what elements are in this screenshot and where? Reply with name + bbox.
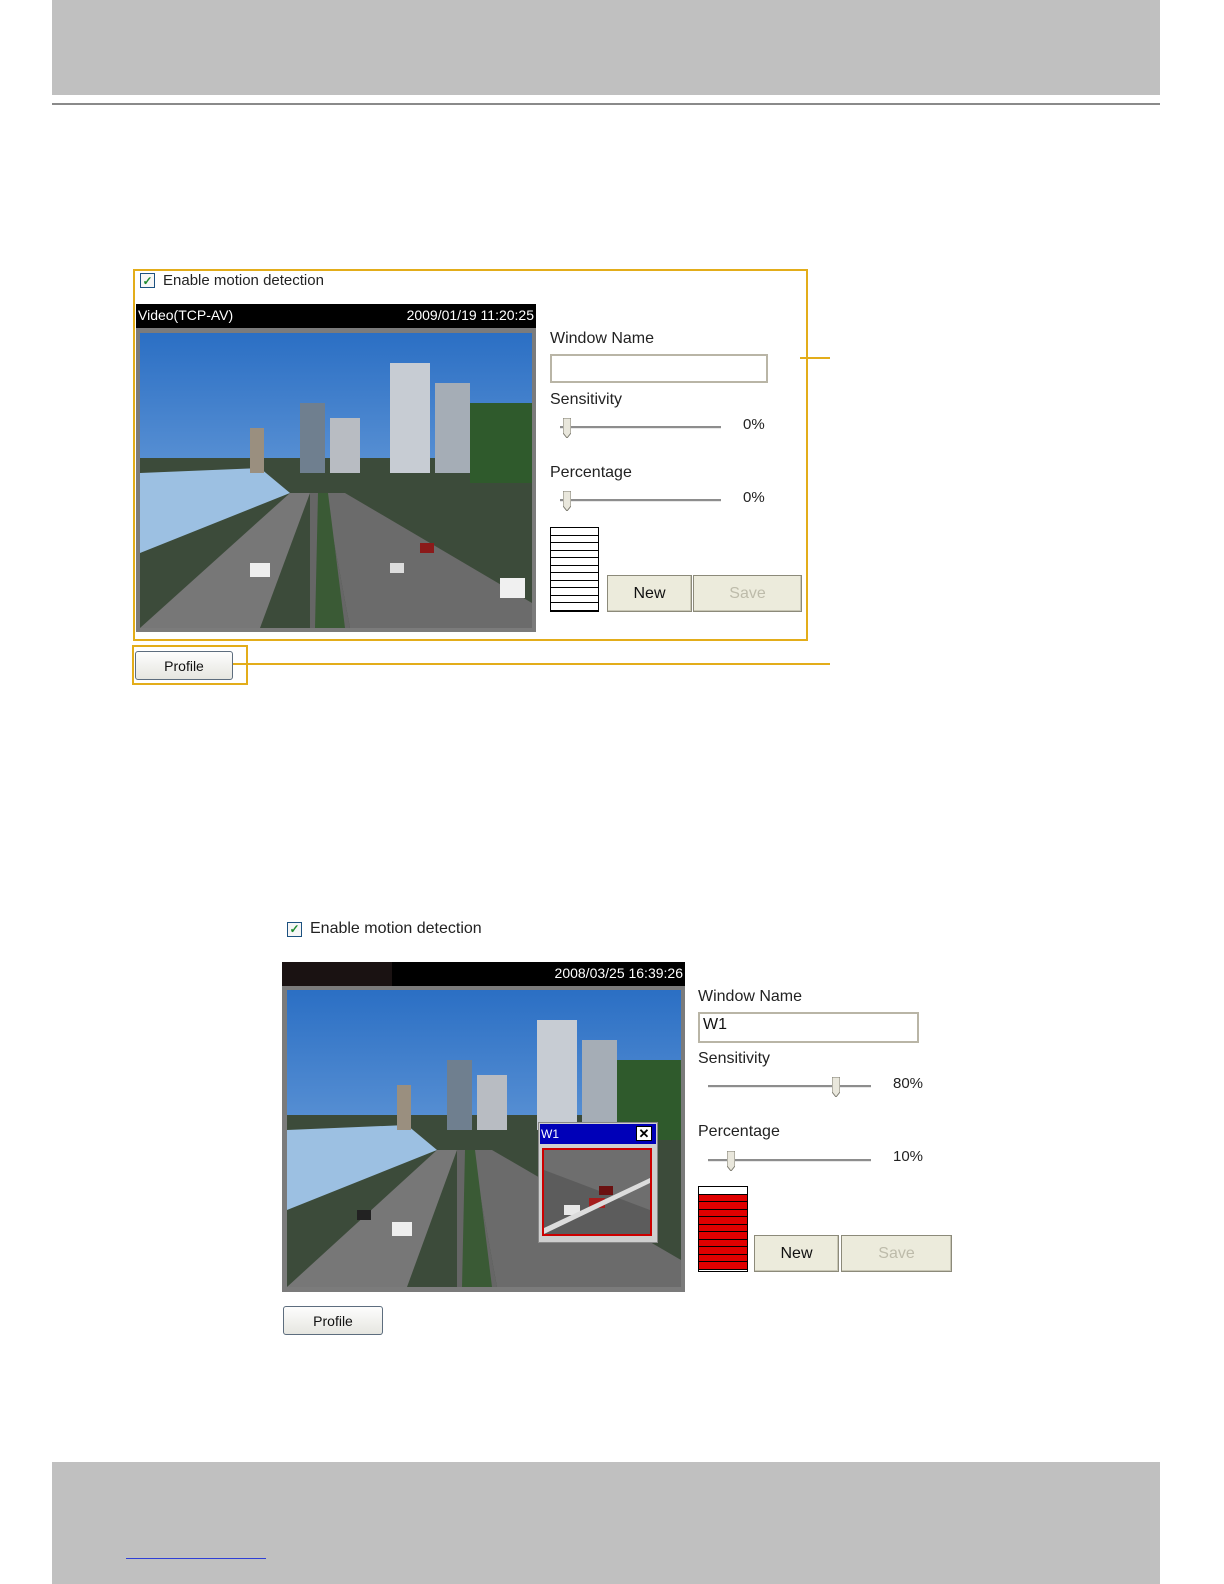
enable-motion-label: Enable motion detection: [163, 272, 324, 289]
save-button[interactable]: Save: [693, 575, 802, 612]
slider-thumb-icon[interactable]: [563, 491, 571, 511]
percentage-label-2: Percentage: [698, 1123, 780, 1140]
percentage-value: 0%: [743, 489, 765, 506]
video-timestamp: 2009/01/19 11:20:25: [406, 307, 534, 323]
new-button-2[interactable]: New: [754, 1235, 839, 1272]
sensitivity-value-2: 80%: [893, 1075, 924, 1092]
slider-thumb-icon[interactable]: [727, 1151, 735, 1171]
window-name-label-2: Window Name: [698, 988, 803, 1005]
window-name-label: Window Name: [550, 330, 655, 347]
close-icon[interactable]: ✕: [636, 1126, 652, 1141]
video-protocol-label: Video(TCP-AV): [138, 307, 234, 323]
enable-motion-checkbox[interactable]: ✓: [140, 273, 155, 288]
slider-thumb-icon[interactable]: [563, 418, 571, 438]
enable-motion-row-2[interactable]: ✓ Enable motion detection: [287, 920, 482, 938]
motion-level-meter: [550, 527, 599, 612]
enable-motion-label-2: Enable motion detection: [310, 920, 482, 937]
sensitivity-label: Sensitivity: [550, 391, 623, 408]
video-header-2: 2008/03/25 16:39:26: [282, 962, 685, 986]
sensitivity-value: 0%: [743, 416, 765, 433]
header-divider: [52, 103, 1160, 105]
checkbox-checked-icon: ✓: [289, 922, 300, 936]
window-name-input[interactable]: [550, 354, 768, 383]
header-bar: [52, 0, 1160, 95]
new-button[interactable]: New: [607, 575, 692, 612]
enable-motion-row[interactable]: ✓ Enable motion detection: [140, 272, 324, 289]
checkbox-checked-icon: ✓: [142, 273, 153, 288]
enable-motion-checkbox-2[interactable]: ✓: [287, 921, 302, 937]
camera-image: [140, 333, 532, 628]
video-timestamp-2: 2008/03/25 16:39:26: [554, 965, 683, 981]
save-button-2[interactable]: Save: [841, 1235, 952, 1272]
footer-bar: [52, 1462, 1160, 1584]
percentage-slider[interactable]: [560, 499, 721, 502]
percentage-label: Percentage: [550, 464, 632, 481]
callout-line-window: [800, 357, 830, 359]
video-header: Video(TCP-AV) 2009/01/19 11:20:25: [136, 304, 536, 328]
sensitivity-label-2: Sensitivity: [698, 1050, 771, 1067]
slider-thumb-icon[interactable]: [832, 1077, 840, 1097]
motion-window-w1[interactable]: W1 ✕: [538, 1122, 658, 1243]
sensitivity-slider[interactable]: [560, 426, 721, 429]
motion-level-meter-2: [698, 1186, 748, 1272]
motion-window-area[interactable]: [542, 1148, 652, 1236]
motion-window-titlebar[interactable]: W1 ✕: [540, 1124, 656, 1144]
window-name-input-2[interactable]: W1: [698, 1012, 919, 1043]
profile-button-2[interactable]: Profile: [283, 1306, 383, 1335]
motion-window-title: W1: [541, 1127, 559, 1141]
profile-button[interactable]: Profile: [135, 651, 233, 680]
sensitivity-slider-2[interactable]: [708, 1085, 871, 1088]
video-view[interactable]: Video(TCP-AV) 2009/01/19 11:20:25: [136, 304, 536, 632]
callout-line-profile: [233, 663, 830, 665]
footer-link[interactable]: [126, 1546, 266, 1559]
percentage-value-2: 10%: [893, 1148, 924, 1165]
